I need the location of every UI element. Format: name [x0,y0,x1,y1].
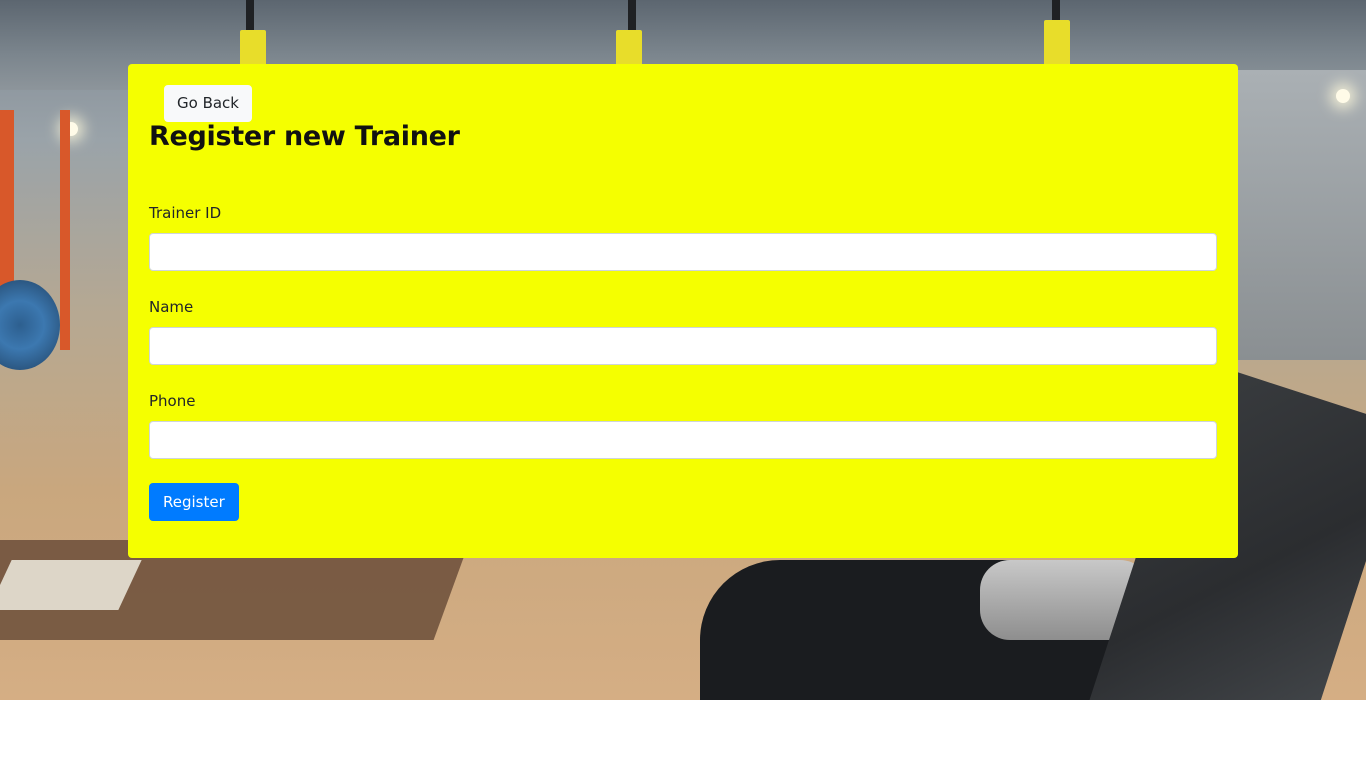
name-input[interactable] [149,327,1217,365]
register-trainer-card: Go Back Register new Trainer Trainer ID … [128,64,1238,558]
trainer-id-label: Trainer ID [149,204,222,222]
name-label: Name [149,298,194,316]
page-title: Register new Trainer [149,121,460,152]
gym-wall [1238,70,1366,360]
ceiling-light [1336,89,1350,103]
register-button[interactable]: Register [149,483,239,521]
floor-stripe [0,560,142,610]
trainer-id-input[interactable] [149,233,1217,271]
go-back-button[interactable]: Go Back [164,85,252,122]
phone-label: Phone [149,392,196,410]
phone-input[interactable] [149,421,1217,459]
